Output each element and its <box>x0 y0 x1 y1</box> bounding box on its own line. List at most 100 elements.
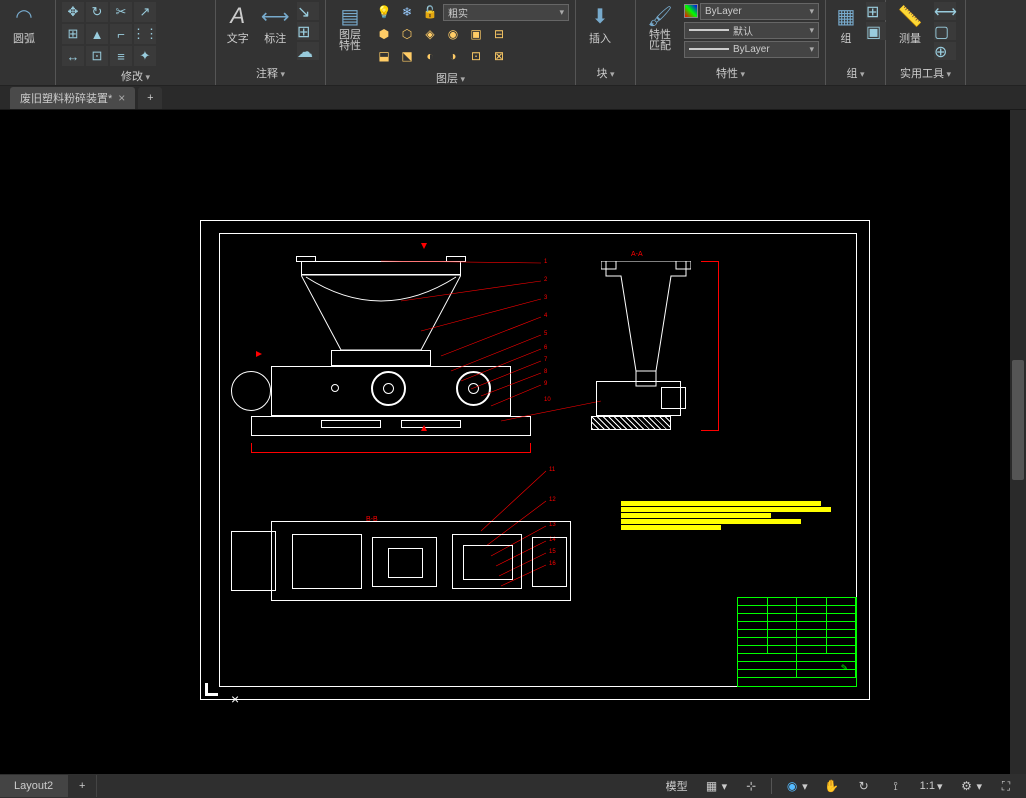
insert-label: 插入 <box>589 30 611 46</box>
layer-tool-12[interactable]: ⊠ <box>489 47 509 65</box>
topview-motor <box>231 531 276 591</box>
nav-icon-2[interactable]: ✋ <box>820 776 844 796</box>
cloud-icon[interactable]: ☁ <box>297 42 319 60</box>
layer-panel: ▤ 图层 特性 💡 ❄ 🔓 粗实 ⬢ ⬡ ◈ ◉ ▣ ⊟ <box>326 0 576 85</box>
lineweight-selector[interactable]: 默认 <box>684 21 819 39</box>
vertical-scrollbar[interactable] <box>1010 110 1026 774</box>
status-bar: 模型 ▦▾ ⊹ ◉▾ ✋ ↻ ⟟ 1:1▾ ⚙▾ ⛶ <box>662 776 1026 796</box>
layer-tool-7[interactable]: ⬓ <box>374 47 394 65</box>
stretch-icon[interactable]: ↔ <box>62 46 84 66</box>
layer-selector[interactable]: 💡 ❄ 🔓 粗实 <box>374 2 569 22</box>
layer-dropdown-text: 粗实 <box>448 5 468 20</box>
snap-icon: ⊹ <box>743 778 759 794</box>
ann-scale-button[interactable]: ⟟ <box>884 776 908 796</box>
layer-tool-5[interactable]: ▣ <box>466 25 486 43</box>
group-icon: ▦ <box>832 2 860 30</box>
util-tool-3[interactable]: ⊕ <box>934 42 956 60</box>
block-panel-label[interactable]: 块 <box>582 63 629 83</box>
nav-icon-3[interactable]: ↻ <box>852 776 876 796</box>
scale-button[interactable]: 1:1▾ <box>916 778 947 795</box>
snap-toggle[interactable]: ⊹ <box>739 776 763 796</box>
table-icon[interactable]: ⊞ <box>297 22 319 40</box>
group-tool-1[interactable]: ⊞ <box>866 2 886 20</box>
note-1 <box>621 501 821 506</box>
color-sel-text: ByLayer <box>705 6 742 17</box>
fullscreen-button[interactable]: ⛶ <box>994 776 1018 796</box>
balloon-1: 1 <box>544 259 547 265</box>
new-tab-button[interactable]: + <box>138 87 162 109</box>
util-tool-1[interactable]: ⟷ <box>934 2 956 20</box>
measure-label: 测量 <box>899 30 921 46</box>
group-tool-2[interactable]: ▣ <box>866 22 886 40</box>
insert-button[interactable]: ⬇ 插入 <box>582 2 618 46</box>
compass-icon: ◉ <box>784 778 800 794</box>
nav-icon-1[interactable]: ◉▾ <box>780 776 812 796</box>
layer-tool-6[interactable]: ⊟ <box>489 25 509 43</box>
scale-icon[interactable]: ⊡ <box>86 46 108 66</box>
add-layout-button[interactable]: + <box>68 775 97 797</box>
hopper-svg <box>301 275 461 350</box>
array-icon[interactable]: ⋮⋮ <box>134 24 156 44</box>
arc-icon: ◠ <box>10 2 38 30</box>
leader-icon[interactable]: ↘ <box>297 2 319 20</box>
layer-tool-9[interactable]: ◐ <box>420 47 440 65</box>
balloon-12: 12 <box>549 497 556 503</box>
hopper-flange-r <box>446 256 466 262</box>
match-properties-button[interactable]: 🖌 特性 匹配 <box>642 2 678 52</box>
layer-tool-3[interactable]: ◈ <box>420 25 440 43</box>
draw-panel: ◠ 圆弧 <box>0 0 56 85</box>
modify-icons: ✥ ↻ ✂ ↗ ⊞ ▲ ⌐ ⋮⋮ ↔ ⊡ ≡ ✦ <box>62 2 156 66</box>
gear-button[interactable]: ⚙▾ <box>954 776 986 796</box>
layer-tool-8[interactable]: ⬔ <box>397 47 417 65</box>
model-space-button[interactable]: 模型 <box>662 776 692 796</box>
offset-icon[interactable]: ≡ <box>110 46 132 66</box>
group-button[interactable]: ▦ 组 <box>832 2 860 46</box>
layer-tool-10[interactable]: ◑ <box>443 47 463 65</box>
utilities-panel: 📏 测量 ⟷ ▢ ⊕ 实用工具 <box>886 0 966 85</box>
lw-sel-text: 默认 <box>733 23 753 38</box>
group-label: 组 <box>841 30 852 46</box>
trim-icon[interactable]: ✂ <box>110 2 132 22</box>
lock-icon[interactable]: 🔓 <box>420 3 440 21</box>
copy-icon[interactable]: ⊞ <box>62 24 84 44</box>
grid-toggle[interactable]: ▦▾ <box>700 776 732 796</box>
side-motor <box>661 387 686 409</box>
fillet-icon[interactable]: ⌐ <box>110 24 132 44</box>
mirror-icon[interactable]: ▲ <box>86 24 108 44</box>
arc-button[interactable]: ◠ 圆弧 <box>6 2 42 46</box>
props-panel-label[interactable]: 特性 <box>642 63 819 83</box>
extend-icon[interactable]: ↗ <box>134 2 156 22</box>
dim-button[interactable]: ⟷ 标注 <box>260 2 292 46</box>
util-tool-2[interactable]: ▢ <box>934 22 956 40</box>
color-swatch <box>684 4 698 18</box>
layer-tool-4[interactable]: ◉ <box>443 25 463 43</box>
layout-tab[interactable]: Layout2 <box>0 775 68 797</box>
measure-button[interactable]: 📏 测量 <box>892 2 928 46</box>
rotate-icon[interactable]: ↻ <box>86 2 108 22</box>
explode-icon[interactable]: ✦ <box>134 46 156 66</box>
close-icon[interactable]: × <box>118 91 125 105</box>
expand-icon: ⛶ <box>998 778 1014 794</box>
shaft <box>331 384 339 392</box>
freeze-icon[interactable]: ❄ <box>397 3 417 21</box>
layer-dropdown[interactable]: 粗实 <box>443 4 569 21</box>
bulb-icon[interactable]: 💡 <box>374 3 394 21</box>
drawing-canvas[interactable]: × A-A B-B <box>0 110 1026 774</box>
scrollbar-thumb[interactable] <box>1012 360 1024 480</box>
annot-panel-label[interactable]: 注释 <box>222 63 319 83</box>
layer-tool-2[interactable]: ⬡ <box>397 25 417 43</box>
group-panel-label[interactable]: 组 <box>832 63 879 83</box>
move-icon[interactable]: ✥ <box>62 2 84 22</box>
layer-panel-label[interactable]: 图层 <box>332 68 569 88</box>
model-label: 模型 <box>666 778 688 794</box>
util-panel-label[interactable]: 实用工具 <box>892 63 959 83</box>
layer-properties-button[interactable]: ▤ 图层 特性 <box>332 2 368 52</box>
file-tab-active[interactable]: 废旧塑料粉碎装置* × <box>10 87 135 109</box>
modify-panel-label[interactable]: 修改 <box>62 66 209 86</box>
layer-tool-11[interactable]: ⊡ <box>466 47 486 65</box>
linetype-selector[interactable]: ByLayer <box>684 40 819 58</box>
layer-tool-1[interactable]: ⬢ <box>374 25 394 43</box>
topview-body <box>271 521 571 601</box>
color-selector[interactable]: ByLayer <box>684 2 819 20</box>
text-button[interactable]: A 文字 <box>222 2 254 46</box>
